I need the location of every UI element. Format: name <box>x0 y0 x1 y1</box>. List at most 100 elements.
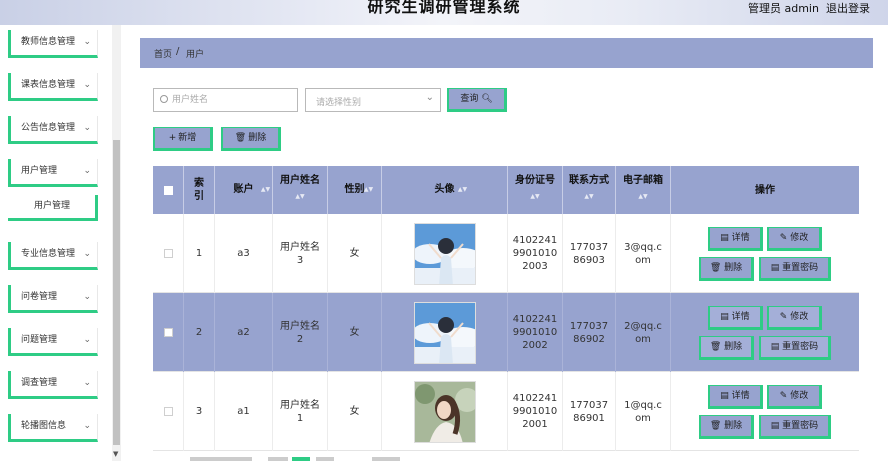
cell-email: 1@qq.com <box>616 372 671 451</box>
document-icon: ▤ <box>770 263 783 273</box>
chevron-down-icon: ⌄ <box>83 123 91 133</box>
pager-next[interactable] <box>316 457 334 461</box>
reset-password-button[interactable]: ▤ 重置密码 <box>759 415 831 439</box>
cell-phone: 17703786901 <box>563 372 616 451</box>
column-header-email[interactable]: 电子邮箱 ▲▼ <box>616 166 671 214</box>
row-delete-button[interactable]: 🗑︎ 删除 <box>699 415 754 439</box>
girl-garden-avatar[interactable] <box>413 380 476 443</box>
edit-icon: ✎ <box>779 233 791 243</box>
sidebar-item-notice[interactable]: 公告信息管理 ⌄ <box>8 116 98 144</box>
row-checkbox[interactable] <box>163 249 173 258</box>
edit-button[interactable]: ✎ 修改 <box>767 227 822 251</box>
pager-current[interactable] <box>292 457 310 461</box>
sidebar-item-carousel[interactable]: 轮播图信息 ⌄ <box>8 414 98 442</box>
document-icon: ▤ <box>770 421 783 431</box>
breadcrumb-home[interactable]: 首页 <box>154 47 172 60</box>
cell-name: 用户姓名1 <box>273 372 328 451</box>
cell-phone: 17703786903 <box>563 214 616 293</box>
cell-avatar <box>382 293 508 372</box>
trash-icon: 🗑︎ <box>709 263 725 273</box>
trash-icon: 🗑︎ <box>709 342 725 352</box>
boy-sky-avatar[interactable] <box>413 301 476 364</box>
edit-button[interactable]: ✎ 修改 <box>767 385 822 409</box>
cell-phone: 17703786902 <box>563 293 616 372</box>
sort-icon[interactable]: ▲▼ <box>273 193 327 200</box>
column-header-account[interactable]: 账户 ▲▼ <box>215 166 273 214</box>
cell-name: 用户姓名2 <box>273 293 328 372</box>
sidebar-item-major[interactable]: 专业信息管理 ⌄ <box>8 242 98 270</box>
row-checkbox[interactable] <box>163 407 173 416</box>
delete-button-label: 删除 <box>248 133 267 143</box>
sort-icon[interactable]: ▲▼ <box>400 186 525 193</box>
sidebar-item-label: 用户管理 <box>21 166 58 176</box>
detail-button[interactable]: ▤ 详情 <box>708 385 763 409</box>
column-header-actions: 操作 <box>755 185 775 196</box>
cell-index: 3 <box>184 372 215 451</box>
cell-actions: ▤ 详情 ✎ 修改 🗑︎ 删除 ▤ 重置密码 <box>671 214 859 293</box>
detail-button[interactable]: ▤ 详情 <box>708 227 763 251</box>
column-header-phone[interactable]: 联系方式 ▲▼ <box>563 166 616 214</box>
add-button[interactable]: + 新增 <box>153 127 213 151</box>
delete-button[interactable]: 🗑︎ 删除 <box>221 127 281 151</box>
reset-password-button[interactable]: ▤ 重置密码 <box>759 336 831 360</box>
document-icon: ▤ <box>720 233 732 243</box>
table-header: 索引 账户 ▲▼ 用户姓名 ▲▼ 性别 ▲▼ 头像 ▲▼ 身份证号 ▲▼ 联系方… <box>153 166 859 214</box>
sidebar-item-schedule[interactable]: 课表信息管理 ⌄ <box>8 73 98 101</box>
row-select-cell <box>153 372 184 451</box>
gender-select[interactable]: 请选择性别 ⌄ <box>305 88 441 112</box>
edit-button[interactable]: ✎ 修改 <box>767 306 822 330</box>
sidebar-item-question[interactable]: 问题管理 ⌄ <box>8 328 98 356</box>
boy-sky-avatar[interactable] <box>413 222 476 285</box>
row-delete-button[interactable]: 🗑︎ 删除 <box>699 257 754 281</box>
cell-actions: ▤ 详情 ✎ 修改 🗑︎ 删除 ▤ 重置密码 <box>671 372 859 451</box>
cell-avatar <box>382 214 508 293</box>
scrollbar-thumb[interactable] <box>113 140 120 445</box>
chevron-down-icon: ⌄ <box>83 292 91 302</box>
cell-idcard: 410224199010102002 <box>508 293 563 372</box>
row-checkbox[interactable] <box>163 328 173 337</box>
detail-button[interactable]: ▤ 详情 <box>708 306 763 330</box>
document-icon: ▤ <box>720 391 732 401</box>
sidebar-subitem-users[interactable]: 用户管理 <box>8 195 98 221</box>
row-delete-button[interactable]: 🗑︎ 删除 <box>699 336 754 360</box>
logout-link[interactable]: 退出登录 <box>826 0 870 16</box>
chevron-down-icon: ⌄ <box>425 92 434 103</box>
sidebar-item-label: 教师信息管理 <box>21 37 76 47</box>
reset-password-button[interactable]: ▤ 重置密码 <box>759 257 831 281</box>
query-button-label: 查询 <box>460 94 479 104</box>
cell-account: a2 <box>215 293 273 372</box>
cell-name: 用户姓名3 <box>273 214 328 293</box>
chevron-down-icon: ⌄ <box>83 421 91 431</box>
pager-jump[interactable] <box>372 457 400 461</box>
cell-email: 2@qq.com <box>616 293 671 372</box>
column-header-avatar[interactable]: 头像 ▲▼ <box>382 166 508 214</box>
sidebar-item-label: 调查管理 <box>21 378 58 388</box>
sidebar-item-label: 轮播图信息 <box>21 421 67 431</box>
header-select-all[interactable] <box>153 166 184 214</box>
sort-icon[interactable]: ▲▼ <box>508 193 562 200</box>
document-icon: ▤ <box>770 342 783 352</box>
scroll-down-arrow-icon[interactable]: ▼ <box>113 450 118 458</box>
column-header-name[interactable]: 用户姓名 ▲▼ <box>273 166 328 214</box>
username-search-input[interactable] <box>172 92 292 108</box>
select-all-checkbox[interactable] <box>164 186 173 195</box>
pager-prev[interactable] <box>268 457 288 461</box>
column-header-idcard[interactable]: 身份证号 ▲▼ <box>508 166 563 214</box>
chevron-down-icon: ⌄ <box>83 166 91 176</box>
query-button[interactable]: 查询 🔍︎ <box>447 88 507 112</box>
chevron-down-icon: ⌄ <box>83 37 91 47</box>
cell-index: 2 <box>184 293 215 372</box>
row-select-cell <box>153 293 184 372</box>
column-header-gender[interactable]: 性别 ▲▼ <box>328 166 382 214</box>
sort-icon[interactable]: ▲▼ <box>563 193 615 200</box>
chevron-down-icon: ⌄ <box>83 335 91 345</box>
cell-email: 3@qq.com <box>616 214 671 293</box>
sidebar-item-users[interactable]: 用户管理 ⌄ <box>8 159 98 187</box>
sidebar-item-teacher[interactable]: 教师信息管理 ⌄ <box>8 30 98 58</box>
sidebar-item-questionnaire[interactable]: 问卷管理 ⌄ <box>8 285 98 313</box>
top-header: 研究生调研管理系统 管理员 admin 退出登录 <box>0 0 888 25</box>
search-icon <box>160 95 168 103</box>
sort-icon[interactable]: ▲▼ <box>616 193 670 200</box>
username-search <box>153 88 298 112</box>
sidebar-item-survey[interactable]: 调查管理 ⌄ <box>8 371 98 399</box>
